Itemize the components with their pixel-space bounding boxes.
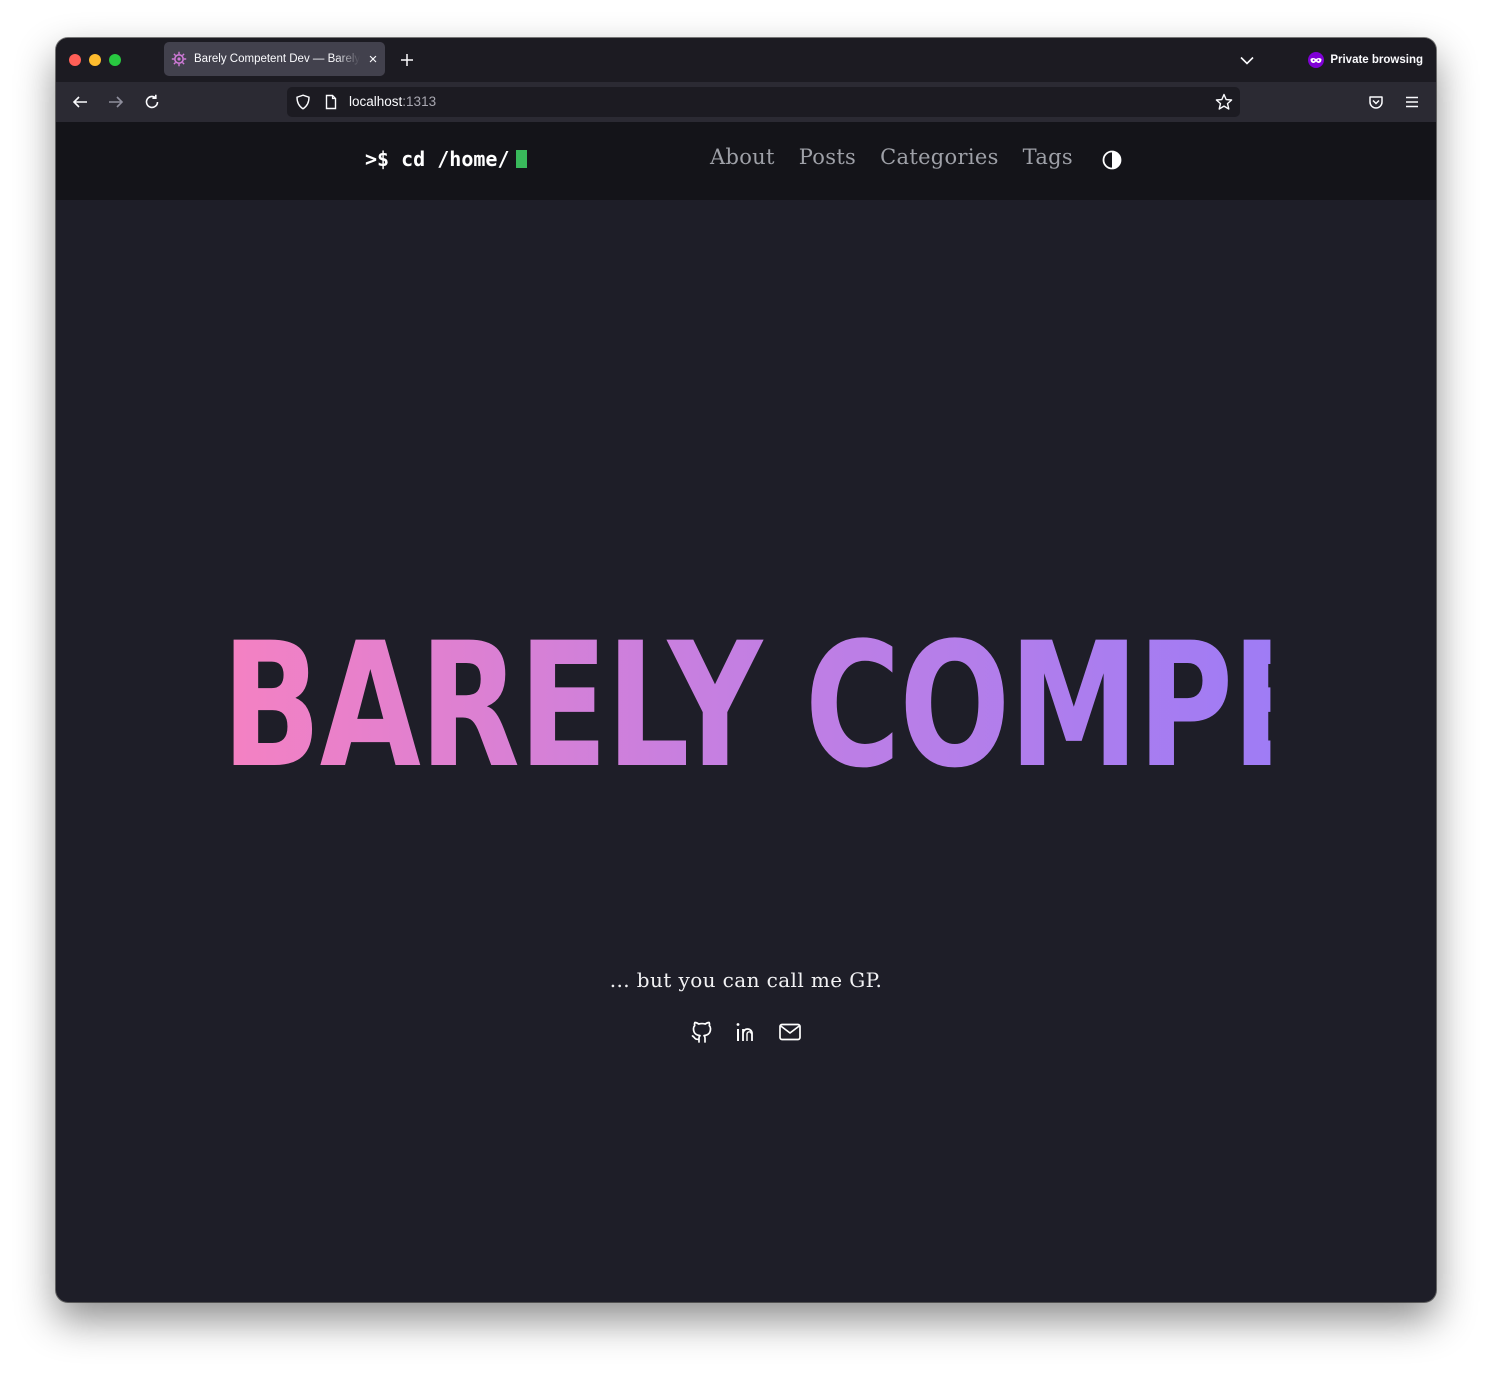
address-bar[interactable]: localhost:1313 [287,87,1240,117]
theme-toggle-icon[interactable] [1102,150,1122,170]
minimize-window-button[interactable] [89,54,101,66]
site-logo[interactable]: >$ cd /home/ [365,147,527,171]
social-links [56,1020,1436,1044]
new-tab-button[interactable] [396,49,418,71]
back-button[interactable] [70,92,90,112]
nav-link-tags[interactable]: Tags [1023,145,1073,169]
arrow-left-icon [72,96,87,108]
tagline: ... but you can call me GP. [609,968,883,992]
site-header: >$ cd /home/ About Posts Categories Tags [56,122,1436,200]
site-nav: About Posts Categories Tags [710,145,1073,169]
tab-title: Barely Competent Dev — Barely Competent … [194,53,360,65]
nav-link-categories[interactable]: Categories [880,145,999,169]
site-logo-text: >$ cd /home/ [365,147,510,171]
tracking-protection-shield-icon[interactable] [295,94,311,110]
forward-button[interactable] [106,92,126,112]
close-window-button[interactable] [69,54,81,66]
url-text: localhost:1313 [349,94,436,109]
private-mask-icon [1308,52,1325,68]
private-browsing-indicator: Private browsing [1308,52,1423,68]
terminal-cursor [515,150,527,168]
linkedin-icon [736,1023,753,1041]
tab-close-icon[interactable]: × [365,51,381,68]
page-info-icon[interactable] [323,94,339,110]
linkedin-link[interactable] [734,1020,758,1044]
maximize-window-button[interactable] [109,54,121,66]
browser-tab[interactable]: Barely Competent Dev — Barely Competent … [164,42,385,76]
site-favicon-icon [171,51,187,67]
url-port: :1313 [402,94,437,109]
plus-icon [401,54,413,66]
private-browsing-label: Private browsing [1330,54,1423,66]
app-menu-button[interactable] [1402,92,1422,112]
mail-icon [779,1023,801,1041]
bookmark-star-icon[interactable] [1215,93,1233,111]
nav-link-posts[interactable]: Posts [799,145,856,169]
browser-window: Barely Competent Dev — Barely Competent … [56,38,1436,1302]
reload-button[interactable] [142,92,162,112]
nav-link-about[interactable]: About [710,145,775,169]
reload-icon [145,94,159,109]
tab-strip: Barely Competent Dev — Barely Competent … [56,38,1436,82]
github-icon [691,1021,712,1043]
chevron-down-icon [1240,56,1254,65]
arrow-right-icon [109,96,124,108]
navigation-toolbar: localhost:1313 [56,82,1436,122]
email-link[interactable] [778,1020,802,1044]
url-host: localhost [349,94,403,109]
list-all-tabs-button[interactable] [1238,51,1256,69]
pocket-icon [1369,96,1383,109]
pocket-button[interactable] [1366,92,1386,112]
github-link[interactable] [690,1020,714,1044]
hamburger-menu-icon [1406,96,1418,108]
hero-title: BARELY COMPETENT [221,605,1436,806]
